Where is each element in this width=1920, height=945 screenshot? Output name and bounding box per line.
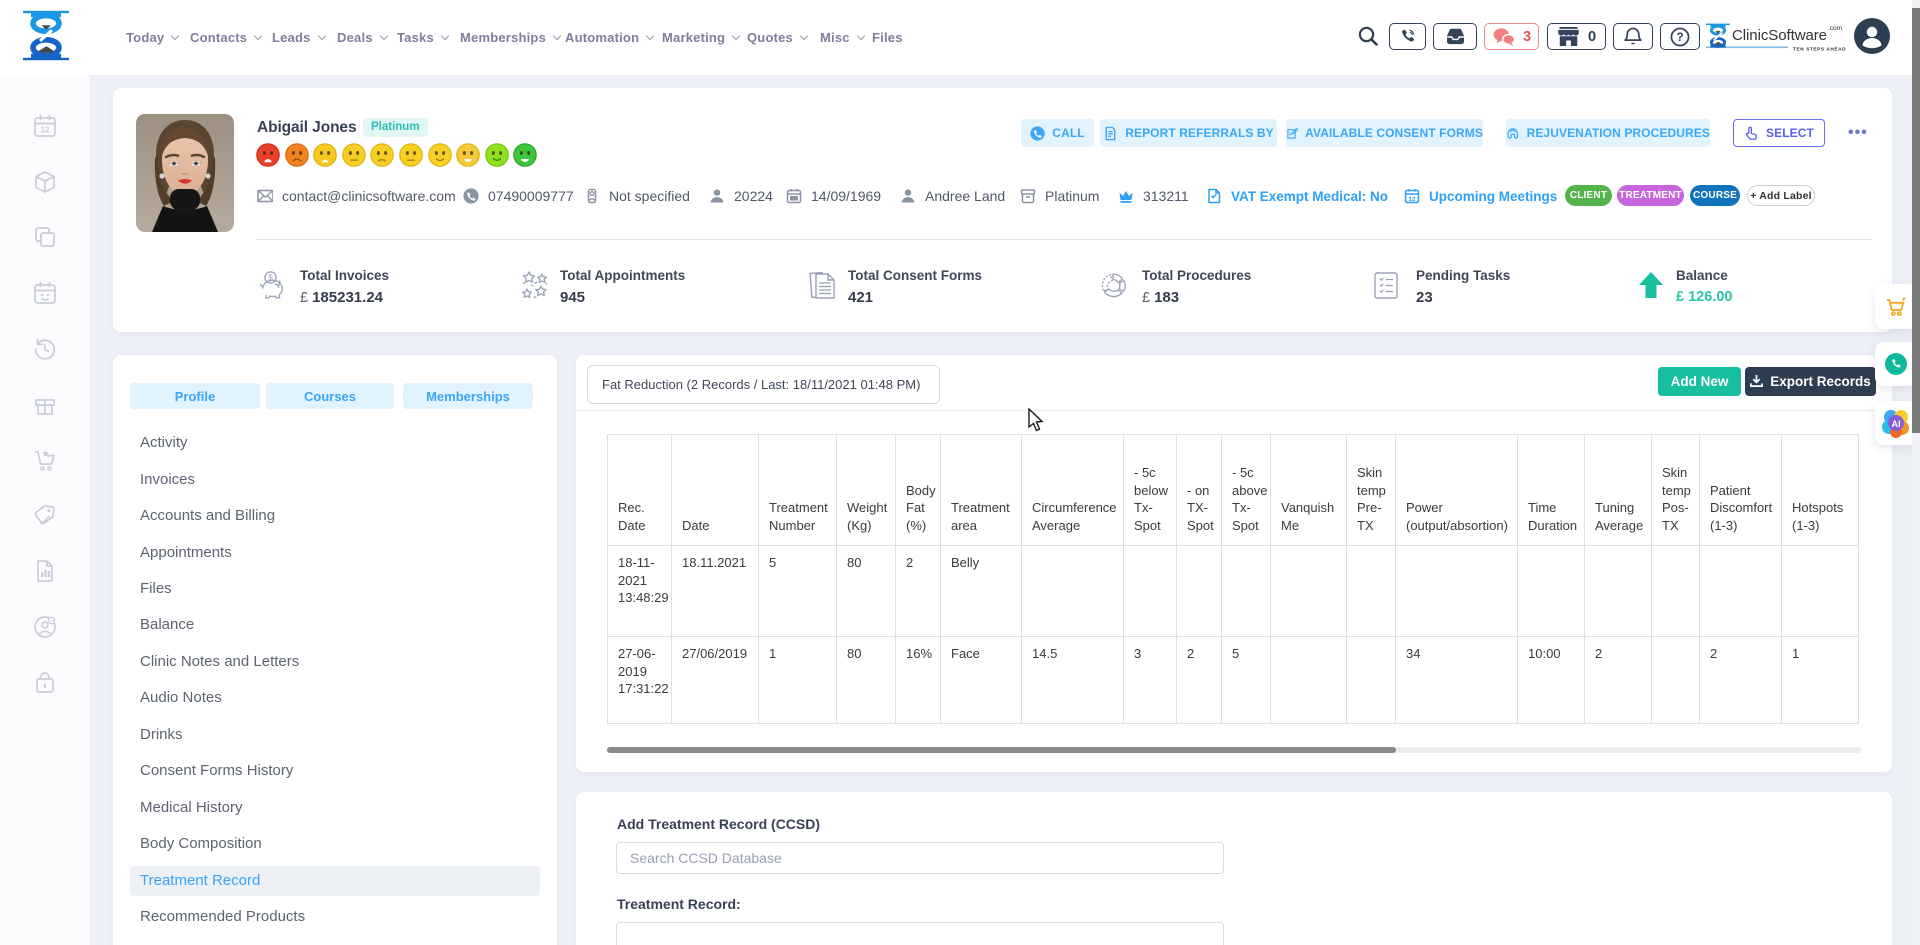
svg-text:.com: .com [1828, 25, 1842, 32]
svg-text:12: 12 [41, 126, 50, 135]
svg-text:ClinicSoftware: ClinicSoftware [1732, 27, 1827, 44]
svg-text:AI: AI [1892, 419, 1901, 429]
svg-text:12: 12 [1408, 196, 1416, 203]
svg-text:TEN STEPS AHEAD: TEN STEPS AHEAD [1793, 47, 1846, 52]
svg-text:?: ? [1676, 30, 1683, 44]
